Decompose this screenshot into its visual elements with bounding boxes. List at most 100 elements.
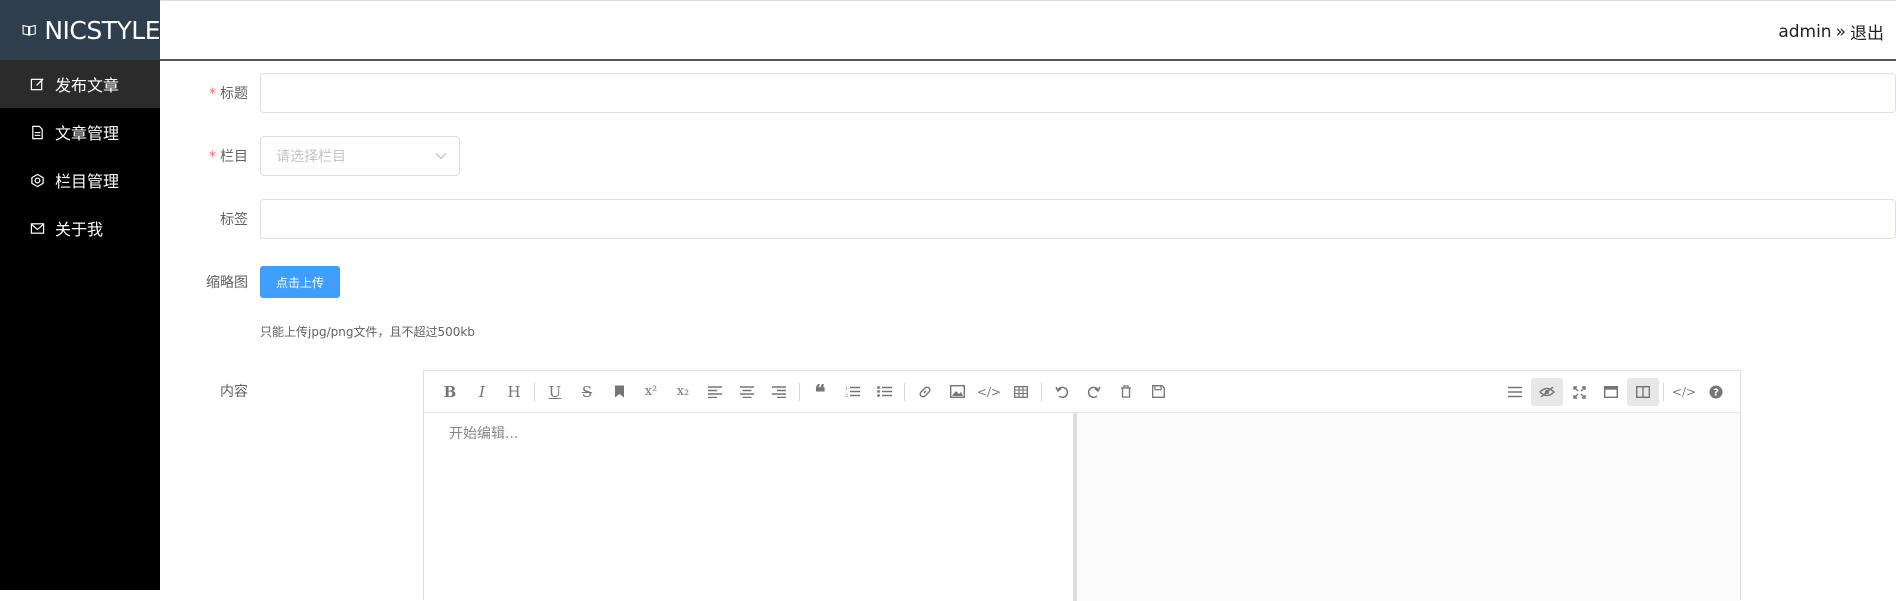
ordered-list-button[interactable]: 12 — [836, 378, 868, 406]
svg-text:1: 1 — [845, 386, 848, 392]
user-menu: admin » 退出 — [1778, 19, 1884, 45]
image-icon — [949, 385, 965, 398]
align-center-icon — [740, 385, 754, 398]
sidebar-item-publish[interactable]: 发布文章 — [0, 60, 160, 108]
help-button[interactable]: ? — [1700, 378, 1732, 406]
clear-button[interactable] — [1110, 378, 1142, 406]
title-row: * 标题 — [160, 73, 1896, 113]
quote-button[interactable]: ❝ — [804, 378, 836, 406]
help-icon: ? — [1709, 385, 1723, 399]
double-chevron-right-icon: » — [1835, 21, 1846, 42]
unordered-list-icon — [876, 386, 892, 397]
redo-icon — [1087, 386, 1101, 398]
sidebar-item-articles[interactable]: 文章管理 — [0, 108, 160, 156]
chevron-down-icon — [435, 153, 447, 160]
username: admin — [1778, 21, 1832, 42]
link-icon — [919, 385, 931, 398]
required-mark: * — [209, 86, 216, 102]
table-icon — [1014, 385, 1028, 398]
svg-text:?: ? — [1713, 388, 1719, 399]
bookmark-icon — [614, 385, 624, 398]
align-left-icon — [708, 385, 722, 398]
trash-icon — [1121, 385, 1131, 398]
columns-icon — [1636, 386, 1650, 398]
sidebar-item-about[interactable]: 关于我 — [0, 204, 160, 252]
save-button[interactable] — [1142, 378, 1174, 406]
brand[interactable]: NICSTYLE — [0, 0, 160, 60]
sidebar-item-categories[interactable]: 栏目管理 — [0, 156, 160, 204]
sidebar-item-label: 关于我 — [55, 220, 104, 239]
article-form: * 标题 * 栏目 请选择栏目 标签 缩略图 点击上传 只能上传jpg/png文件，… — [160, 61, 1896, 601]
thumbnail-label: 缩略图 — [206, 275, 248, 291]
align-center-button[interactable] — [731, 378, 763, 406]
subscript-button[interactable]: x₂ — [667, 378, 699, 406]
superscript-button[interactable]: x² — [635, 378, 667, 406]
heading-button[interactable]: H — [498, 378, 530, 406]
bold-button[interactable]: B — [434, 378, 466, 406]
italic-button[interactable]: I — [466, 378, 498, 406]
eye-slash-icon — [1539, 386, 1555, 398]
category-select[interactable]: 请选择栏目 — [260, 136, 460, 176]
sidebar-item-label: 文章管理 — [55, 124, 120, 143]
tags-input[interactable] — [260, 199, 1896, 239]
logout-link[interactable]: 退出 — [1850, 19, 1884, 44]
edit-icon — [30, 77, 44, 90]
undo-icon — [1055, 386, 1069, 398]
title-label: * 标题 — [209, 86, 248, 102]
thumbnail-row: 缩略图 点击上传 — [160, 266, 341, 298]
tags-row: 标签 — [160, 199, 1896, 239]
code-button[interactable]: </> — [973, 378, 1005, 406]
strikethrough-button[interactable]: S — [571, 378, 603, 406]
expand-icon — [1572, 385, 1586, 399]
upload-tip: 只能上传jpg/png文件，且不超过500kb — [260, 325, 475, 339]
toolbar-divider — [904, 382, 905, 401]
document-icon — [32, 125, 43, 139]
sidebar-item-label: 发布文章 — [55, 76, 120, 95]
link-button[interactable] — [909, 378, 941, 406]
content-label: 内容 — [220, 384, 248, 400]
bookmark-button[interactable] — [603, 378, 635, 406]
preview-pane — [1077, 413, 1740, 601]
unordered-list-button[interactable] — [868, 378, 900, 406]
book-logo-icon — [22, 24, 36, 36]
category-placeholder: 请选择栏目 — [276, 149, 346, 165]
save-icon — [1151, 385, 1165, 398]
preview-toggle-button[interactable] — [1531, 378, 1563, 406]
image-button[interactable] — [941, 378, 973, 406]
align-right-button[interactable] — [763, 378, 795, 406]
sidebar-item-label: 栏目管理 — [55, 172, 120, 191]
editor-textarea[interactable]: 开始编辑... — [424, 413, 1077, 601]
brand-name: NICSTYLE — [44, 15, 160, 45]
required-mark: * — [209, 149, 216, 165]
category-row: * 栏目 请选择栏目 — [160, 136, 460, 176]
undo-button[interactable] — [1046, 378, 1078, 406]
align-right-icon — [772, 385, 786, 398]
toolbar-right-group: </> ? — [1499, 378, 1732, 406]
window-button[interactable] — [1595, 378, 1627, 406]
category-label: * 栏目 — [209, 149, 248, 165]
toolbar-divider — [799, 382, 800, 401]
editor-toolbar: B I H U S x² x₂ ❝ 12 </> </> ? — [424, 371, 1740, 413]
upload-button[interactable]: 点击上传 — [260, 266, 341, 298]
table-button[interactable] — [1005, 378, 1037, 406]
fullscreen-button[interactable] — [1563, 378, 1595, 406]
title-input[interactable] — [260, 73, 1896, 113]
navigation-button[interactable] — [1499, 378, 1531, 406]
underline-button[interactable]: U — [539, 378, 571, 406]
toolbar-divider — [1663, 383, 1664, 401]
align-left-button[interactable] — [699, 378, 731, 406]
menu-icon — [1508, 386, 1522, 398]
toolbar-divider — [534, 382, 535, 401]
sidebar: NICSTYLE 发布文章 文章管理 栏目管理 关于我 — [0, 0, 160, 590]
editor-placeholder: 开始编辑... — [449, 426, 519, 442]
redo-button[interactable] — [1078, 378, 1110, 406]
window-icon — [1604, 386, 1618, 398]
content-row: 内容 — [160, 381, 260, 401]
settings-icon — [31, 173, 44, 187]
split-view-button[interactable] — [1627, 378, 1659, 406]
editor-panes: 开始编辑... — [424, 413, 1740, 601]
html-code-button[interactable]: </> — [1668, 378, 1700, 406]
mail-icon — [30, 222, 45, 234]
svg-text:2: 2 — [845, 393, 848, 398]
markdown-editor: B I H U S x² x₂ ❝ 12 </> </> ? 开始编辑... — [423, 370, 1741, 601]
